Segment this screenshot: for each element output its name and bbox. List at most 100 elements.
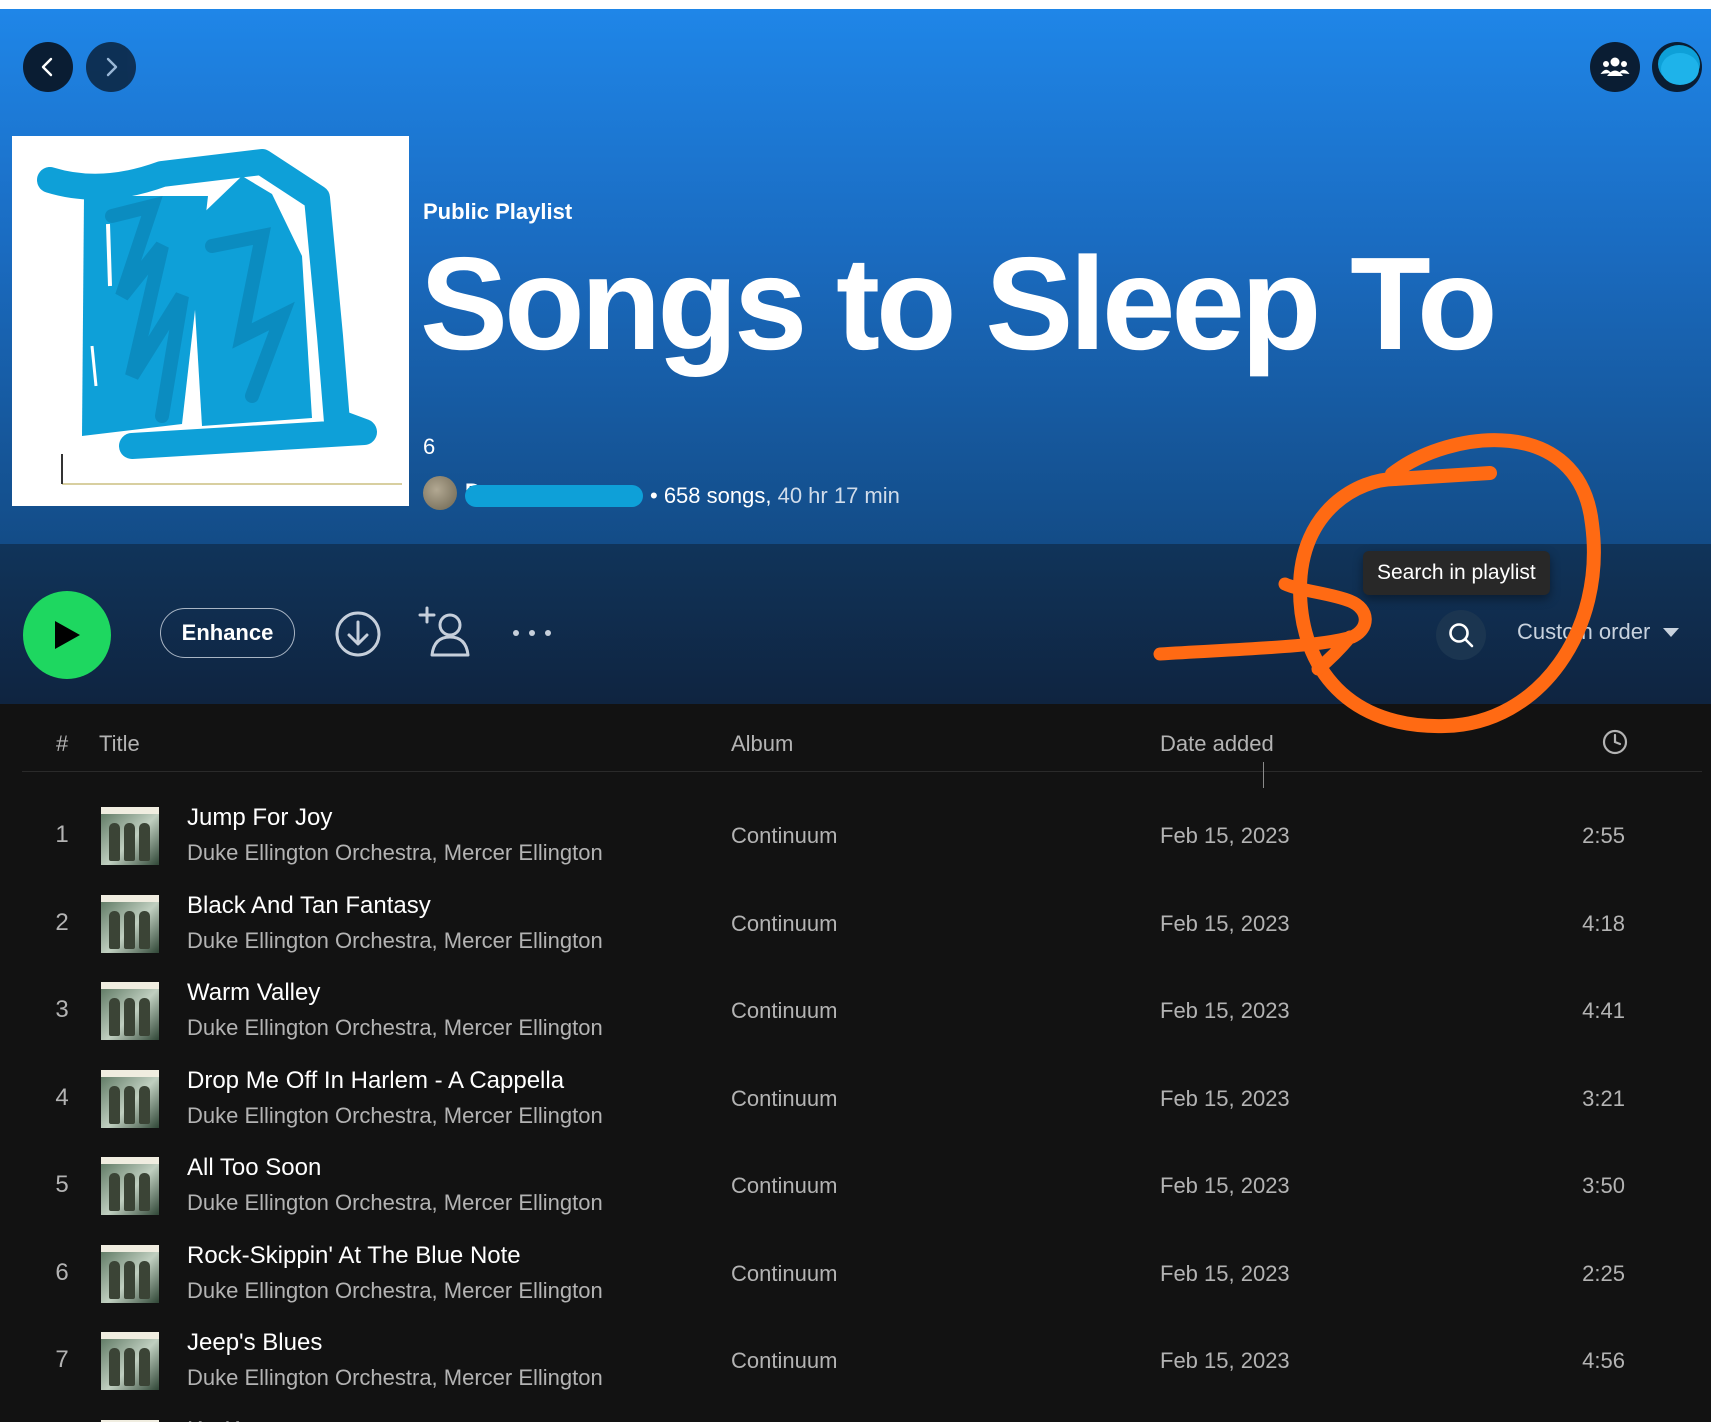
track-album[interactable]: Continuum — [731, 998, 837, 1024]
more-options-button[interactable] — [510, 623, 554, 648]
track-date-added: Feb 15, 2023 — [1160, 1173, 1290, 1198]
search-in-playlist-button[interactable] — [1436, 610, 1486, 660]
column-resize-handle[interactable] — [1263, 762, 1264, 788]
playlist-owner[interactable]: Dun... — [465, 479, 643, 509]
download-icon — [335, 611, 381, 657]
track-album[interactable]: Continuum — [731, 1086, 837, 1112]
playlist-duration: 40 hr 17 min — [777, 483, 900, 508]
track-artist[interactable]: Duke Ellington Orchestra, Mercer Ellingt… — [187, 928, 603, 954]
track-title[interactable]: Drop Me Off In Harlem - A Cappella — [187, 1067, 564, 1095]
user-avatar-button[interactable] — [1652, 42, 1702, 92]
track-title[interactable]: All Too Soon — [187, 1154, 321, 1182]
track-album-art — [101, 1244, 159, 1303]
track-title[interactable]: Jeep's Blues — [187, 1329, 322, 1357]
track-album-art — [101, 1157, 159, 1215]
track-artist[interactable]: Duke Ellington Orchestra, Mercer Ellingt… — [187, 1015, 603, 1041]
column-header-album[interactable]: Album — [731, 731, 793, 757]
cover-baseline — [62, 483, 402, 485]
track-album-art — [101, 982, 159, 1040]
sort-order-dropdown[interactable]: Custom order — [1517, 619, 1680, 645]
back-button[interactable] — [23, 42, 73, 92]
playlist-header: Public Playlist Songs to Sleep To 6 Dun.… — [0, 9, 1711, 544]
table-row[interactable]: 8Ko-Ko — [0, 1405, 1711, 1423]
playlist-title[interactable]: Songs to Sleep To — [420, 231, 1498, 376]
spotify-playlist-window: Public Playlist Songs to Sleep To 6 Dun.… — [0, 9, 1711, 1422]
track-date-added: Feb 15, 2023 — [1160, 1348, 1290, 1373]
table-row[interactable]: 6 Rock-Skippin' At The Blue Note Duke Elli… — [0, 1230, 1711, 1317]
cover-text-cursor — [61, 454, 63, 484]
chevron-right-icon — [106, 57, 118, 77]
friend-activity-button[interactable] — [1590, 42, 1640, 92]
track-number: 3 — [55, 996, 69, 1023]
table-row[interactable]: 7 Jeep's Blues Duke Ellington Orchestra, M… — [0, 1317, 1711, 1404]
add-user-icon — [418, 606, 470, 657]
table-row[interactable]: 3 Warm Valley Duke Ellington Orchestra, Me… — [0, 967, 1711, 1054]
track-album[interactable]: Continuum — [731, 1261, 837, 1287]
track-number: 6 — [55, 1258, 69, 1286]
track-duration: 4:18 — [1582, 910, 1625, 936]
column-header-number: # — [56, 731, 69, 756]
track-duration: 2:55 — [1582, 823, 1625, 848]
track-artist[interactable]: Duke Ellington Orchestra, Mercer Ellingt… — [187, 1103, 603, 1129]
owner-avatar[interactable] — [423, 476, 457, 510]
table-row[interactable]: 1 Jump For Joy Duke Ellington Orchestra, M… — [0, 792, 1711, 879]
more-icon — [513, 630, 551, 636]
column-header-title[interactable]: Title — [99, 731, 140, 757]
column-header-date-added[interactable]: Date added — [1160, 731, 1274, 757]
track-date-added: Feb 15, 2023 — [1160, 1085, 1290, 1111]
track-title[interactable]: Rock-Skippin' At The Blue Note — [187, 1242, 521, 1270]
chevron-left-icon — [41, 57, 53, 77]
track-artist[interactable]: Duke Ellington Orchestra, Mercer Ellingt… — [187, 1278, 603, 1304]
clock-icon — [1602, 729, 1628, 755]
track-duration: 4:56 — [1582, 1348, 1625, 1373]
play-button[interactable] — [23, 591, 111, 679]
owner-redaction-scribble — [465, 485, 643, 507]
track-artist[interactable]: Duke Ellington Orchestra, Mercer Ellingt… — [187, 1190, 603, 1216]
cover-scribble — [37, 149, 377, 459]
track-date-added: Feb 15, 2023 — [1160, 823, 1290, 848]
track-album-art — [101, 1332, 159, 1390]
playlist-description: 6 — [423, 434, 436, 459]
track-album[interactable]: Continuum — [731, 1348, 837, 1374]
playlist-type: Public Playlist — [423, 199, 573, 224]
track-album[interactable]: Continuum — [731, 911, 837, 937]
track-number: 1 — [55, 821, 69, 848]
track-number: 2 — [55, 908, 69, 936]
column-header-duration[interactable] — [1601, 728, 1629, 762]
play-icon — [55, 621, 80, 649]
track-album-art — [101, 1069, 159, 1128]
header-divider — [22, 771, 1702, 772]
track-number: 5 — [55, 1171, 69, 1198]
track-duration: 3:50 — [1582, 1173, 1625, 1198]
enhance-button[interactable]: Enhance — [160, 608, 295, 658]
track-title[interactable]: Black And Tan Fantasy — [187, 892, 431, 920]
track-artist[interactable]: Duke Ellington Orchestra, Mercer Ellingt… — [187, 1365, 603, 1391]
caret-down-icon — [1663, 628, 1680, 637]
avatar — [1658, 45, 1700, 85]
track-date-added: Feb 15, 2023 — [1160, 998, 1290, 1023]
invite-collaborator-button[interactable] — [418, 606, 472, 663]
track-album-art — [101, 894, 159, 953]
track-album-art — [101, 1419, 159, 1422]
friends-activity-icon — [1600, 57, 1630, 76]
track-date-added: Feb 15, 2023 — [1160, 1260, 1290, 1286]
download-button[interactable] — [334, 610, 382, 663]
table-row[interactable]: 5 All Too Soon Duke Ellington Orchestra, M… — [0, 1142, 1711, 1229]
track-number: 4 — [55, 1083, 69, 1111]
track-title[interactable]: Warm Valley — [187, 979, 320, 1007]
sort-order-label: Custom order — [1517, 619, 1651, 644]
playlist-stats: • 658 songs, 40 hr 17 min — [650, 483, 900, 509]
forward-button[interactable] — [86, 42, 136, 92]
track-title[interactable]: Jump For Joy — [187, 804, 332, 832]
track-artist[interactable]: Duke Ellington Orchestra, Mercer Ellingt… — [187, 840, 603, 866]
table-row[interactable]: 2 Black And Tan Fantasy Duke Ellington Orc… — [0, 880, 1711, 967]
track-album[interactable]: Continuum — [731, 823, 837, 849]
table-row[interactable]: 4 Drop Me Off In Harlem - A Cappella Duke … — [0, 1055, 1711, 1142]
track-duration: 2:25 — [1582, 1260, 1625, 1286]
songs-count: • 658 songs, — [650, 483, 772, 508]
track-album[interactable]: Continuum — [731, 1173, 837, 1199]
track-album-art — [101, 807, 159, 865]
track-title[interactable]: Ko-Ko — [187, 1417, 254, 1423]
track-duration: 4:41 — [1582, 998, 1625, 1023]
playlist-cover[interactable] — [12, 136, 409, 506]
